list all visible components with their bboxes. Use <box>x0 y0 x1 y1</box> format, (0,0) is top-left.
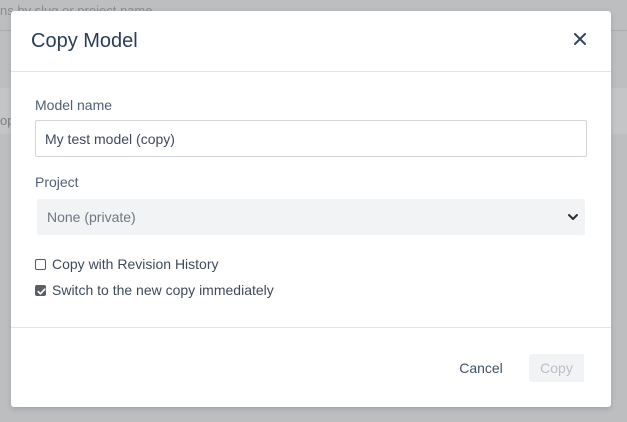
switch-to-copy-label: Switch to the new copy immediately <box>52 282 274 298</box>
project-label: Project <box>35 174 79 190</box>
close-icon <box>574 33 586 45</box>
footer-divider <box>11 327 611 328</box>
dialog-title: Copy Model <box>31 30 138 52</box>
copy-revision-history-checkbox[interactable] <box>35 258 46 270</box>
switch-to-copy-option[interactable]: Switch to the new copy immediately <box>35 281 274 299</box>
model-name-input[interactable] <box>35 120 587 157</box>
model-name-label: Model name <box>35 97 113 113</box>
project-select-value: None (private) <box>47 209 136 225</box>
checkmark-icon <box>37 287 46 295</box>
switch-to-copy-checkbox[interactable] <box>35 284 46 296</box>
project-select[interactable]: None (private) <box>37 199 585 235</box>
chevron-down-icon <box>568 214 578 220</box>
copy-button[interactable]: Copy <box>529 354 584 382</box>
copy-model-dialog: Copy Model Model name Project None (priv… <box>11 11 611 407</box>
close-button[interactable] <box>569 28 591 50</box>
cancel-button[interactable]: Cancel <box>448 354 514 382</box>
copy-revision-history-option[interactable]: Copy with Revision History <box>35 255 219 273</box>
copy-revision-history-label: Copy with Revision History <box>52 256 219 272</box>
dialog-header: Copy Model <box>11 11 611 72</box>
